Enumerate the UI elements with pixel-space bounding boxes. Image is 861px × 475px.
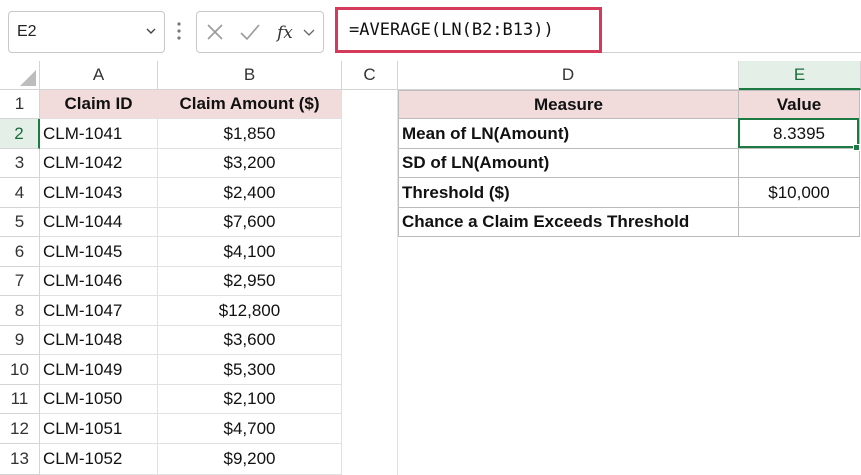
claim-id-cell[interactable]: CLM-1043 [40, 178, 158, 208]
insert-function-icon[interactable]: fx [275, 20, 299, 44]
claim-id-cell[interactable]: CLM-1045 [40, 237, 158, 267]
claim-amount-cell[interactable]: $1,850 [158, 119, 342, 149]
claim-amount-cell[interactable]: $12,800 [158, 296, 342, 326]
claim-id-cell[interactable]: CLM-1049 [40, 355, 158, 385]
column-header-c[interactable]: C [342, 61, 398, 90]
row-header[interactable]: 10 [0, 355, 40, 385]
claim-amount-cell[interactable]: $7,600 [158, 208, 342, 237]
claim-id-cell[interactable]: CLM-1048 [40, 326, 158, 355]
row-header[interactable]: 5 [0, 208, 40, 237]
measure-header[interactable]: Measure [398, 90, 739, 119]
column-header-d[interactable]: D [398, 61, 739, 90]
spreadsheet-grid: A B C D E 1 2 3 4 5 6 7 8 9 10 11 12 13 … [0, 61, 861, 475]
column-header-e[interactable]: E [739, 61, 861, 90]
claim-amount-cell[interactable]: $9,200 [158, 444, 342, 475]
row-header[interactable]: 13 [0, 444, 40, 475]
value-cell[interactable] [739, 208, 860, 237]
row-header[interactable]: 7 [0, 267, 40, 296]
select-all-triangle-icon [20, 70, 36, 86]
chevron-down-icon[interactable] [303, 26, 315, 38]
select-all-corner[interactable] [0, 61, 40, 90]
claim-id-cell[interactable]: CLM-1046 [40, 267, 158, 296]
claim-id-cell[interactable]: CLM-1047 [40, 296, 158, 326]
name-box-value: E2 [17, 23, 37, 40]
claim-amount-cell[interactable]: $4,700 [158, 414, 342, 444]
row-header[interactable]: 3 [0, 149, 40, 178]
column-header-a[interactable]: A [40, 61, 158, 90]
fill-handle[interactable] [853, 144, 860, 151]
column-header-b[interactable]: B [158, 61, 342, 90]
name-box[interactable]: E2 [8, 11, 165, 53]
value-header[interactable]: Value [739, 90, 860, 119]
formula-bar[interactable]: =AVERAGE(LN(B2:B13)) [335, 7, 602, 53]
claim-id-header[interactable]: Claim ID [40, 90, 158, 119]
measure-cell[interactable]: Threshold ($) [398, 178, 739, 208]
claim-amount-cell[interactable]: $2,400 [158, 178, 342, 208]
claim-amount-cell[interactable]: $4,100 [158, 237, 342, 267]
row-header[interactable]: 2 [0, 119, 40, 149]
claim-amount-cell[interactable]: $5,300 [158, 355, 342, 385]
value-cell[interactable]: 8.3395 [739, 119, 860, 149]
claim-id-cell[interactable]: CLM-1042 [40, 149, 158, 178]
measure-cell[interactable]: Chance a Claim Exceeds Threshold [398, 208, 739, 237]
row-header[interactable]: 8 [0, 296, 40, 326]
claim-id-cell[interactable]: CLM-1044 [40, 208, 158, 237]
formula-bar-underline [602, 52, 861, 53]
claim-id-cell[interactable]: CLM-1041 [40, 119, 158, 149]
row-header[interactable]: 9 [0, 326, 40, 355]
value-cell[interactable] [739, 149, 860, 178]
claim-id-cell[interactable]: CLM-1052 [40, 444, 158, 475]
column-c-empty[interactable] [342, 90, 398, 475]
row-header[interactable]: 11 [0, 385, 40, 414]
claim-amount-cell[interactable]: $3,200 [158, 149, 342, 178]
claim-amount-cell[interactable]: $2,950 [158, 267, 342, 296]
value-cell[interactable]: $10,000 [739, 178, 860, 208]
row-header[interactable]: 1 [0, 90, 40, 119]
measure-cell[interactable]: Mean of LN(Amount) [398, 119, 739, 149]
cancel-icon[interactable] [205, 22, 225, 42]
claim-id-cell[interactable]: CLM-1050 [40, 385, 158, 414]
claim-id-cell[interactable]: CLM-1051 [40, 414, 158, 444]
row-header[interactable]: 12 [0, 414, 40, 444]
claim-amount-cell[interactable]: $3,600 [158, 326, 342, 355]
svg-text:fx: fx [275, 23, 293, 43]
row-header[interactable]: 4 [0, 178, 40, 208]
formula-text: =AVERAGE(LN(B2:B13)) [349, 20, 554, 40]
enter-check-icon[interactable] [239, 22, 261, 42]
formula-tools: fx [196, 11, 324, 53]
claim-amount-header[interactable]: Claim Amount ($) [158, 90, 342, 119]
claim-amount-cell[interactable]: $2,100 [158, 385, 342, 414]
measure-cell[interactable]: SD of LN(Amount) [398, 149, 739, 178]
more-options-icon[interactable] [173, 16, 185, 46]
row-header[interactable]: 6 [0, 237, 40, 267]
chevron-down-icon[interactable] [146, 26, 156, 36]
